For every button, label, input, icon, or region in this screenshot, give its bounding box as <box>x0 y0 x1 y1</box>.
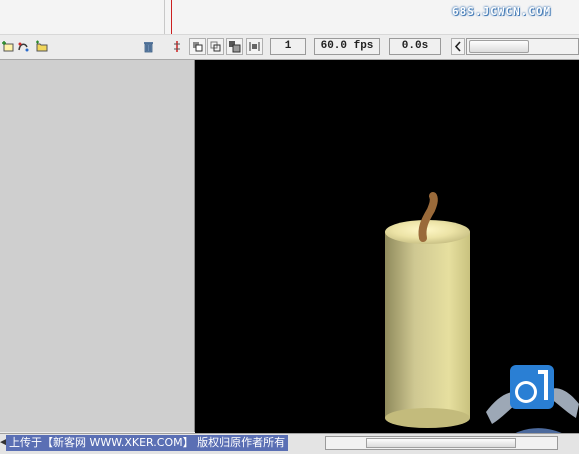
stage-hscroll[interactable] <box>325 436 558 450</box>
edit-multiple-frames-icon <box>229 41 241 53</box>
center-frame-icon[interactable] <box>171 40 183 53</box>
add-guide-layer-icon[interactable] <box>17 40 30 53</box>
upload-credit: 上传于【新客网 WWW.XKER.COM】 版权归原作者所有 <box>6 435 289 451</box>
status-bar: ◀ 上传于【新客网 WWW.XKER.COM】 版权归原作者所有 <box>0 433 579 454</box>
timeline-hscroll[interactable] <box>466 38 579 55</box>
add-layer-icon[interactable] <box>1 40 14 53</box>
onion-markers-button[interactable] <box>246 38 263 55</box>
playhead[interactable] <box>171 0 172 36</box>
scroll-left-button[interactable] <box>451 38 465 55</box>
pasteboard-left <box>0 60 194 432</box>
timeline-scroll-thumb[interactable] <box>469 40 529 53</box>
elapsed-time-field: 0.0s <box>389 38 441 55</box>
onion-skin-button[interactable] <box>189 38 206 55</box>
trash-icon[interactable] <box>142 40 155 53</box>
current-frame-field: 1 <box>270 38 306 55</box>
chevron-left-icon <box>454 41 461 52</box>
watermark-text: 68S.JCWCN.COM <box>452 5 552 18</box>
onion-skin-outlines-button[interactable] <box>207 38 224 55</box>
onion-skin-outlines-icon <box>210 41 221 52</box>
candle <box>385 192 470 428</box>
timeline-divider <box>164 0 165 34</box>
stage-scroll-thumb[interactable] <box>366 438 516 448</box>
timeline-toolbar: 1 60.0 fps 0.0s <box>0 34 579 60</box>
add-folder-icon[interactable] <box>35 40 48 53</box>
frame-rate-field[interactable]: 60.0 fps <box>314 38 380 55</box>
onion-skin-icon <box>193 42 203 52</box>
edit-multiple-frames-button[interactable] <box>226 38 243 55</box>
onion-markers-icon <box>249 42 260 51</box>
